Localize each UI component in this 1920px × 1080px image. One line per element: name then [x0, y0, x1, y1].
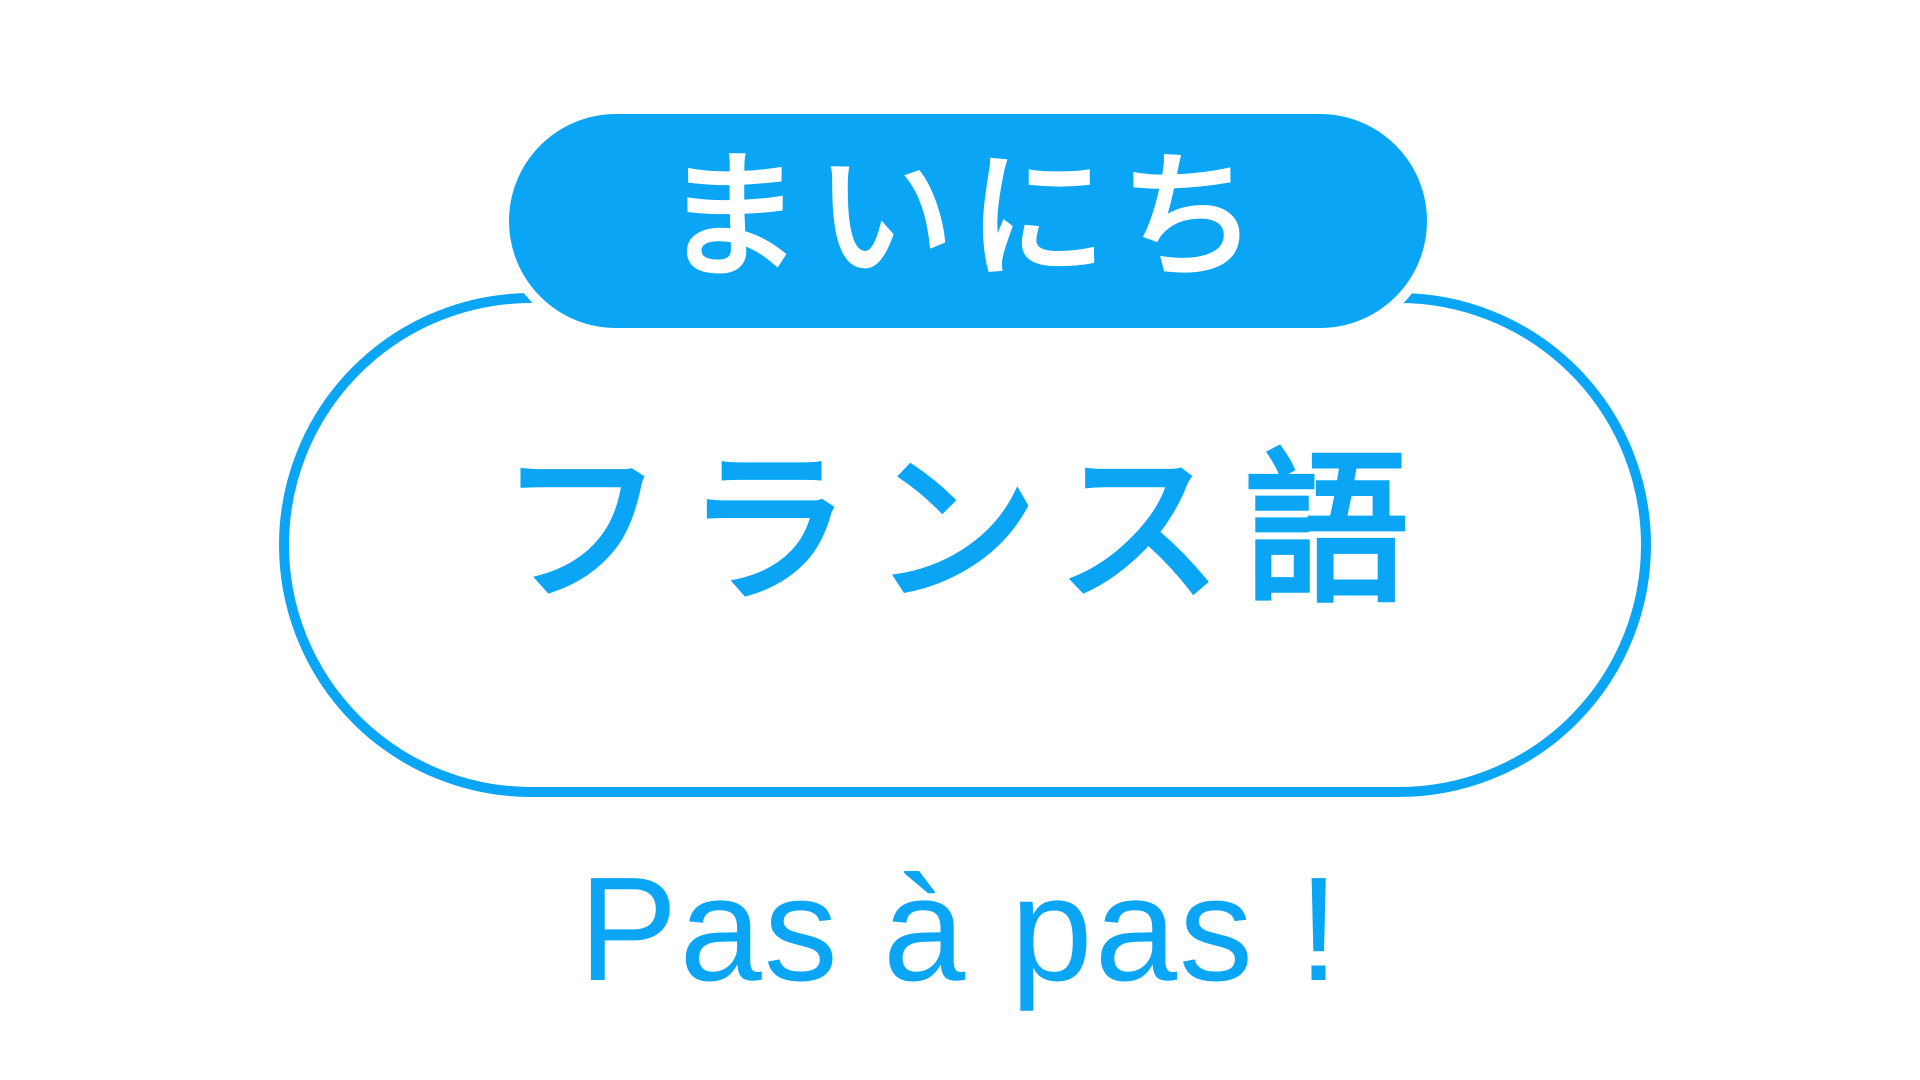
logo-canvas: まいにち フランス語 Pas à pas !: [0, 0, 1920, 1080]
main-title: フランス語: [499, 433, 1431, 626]
top-label: まいにち: [663, 137, 1272, 298]
tagline: Pas à pas !: [578, 847, 1342, 1012]
